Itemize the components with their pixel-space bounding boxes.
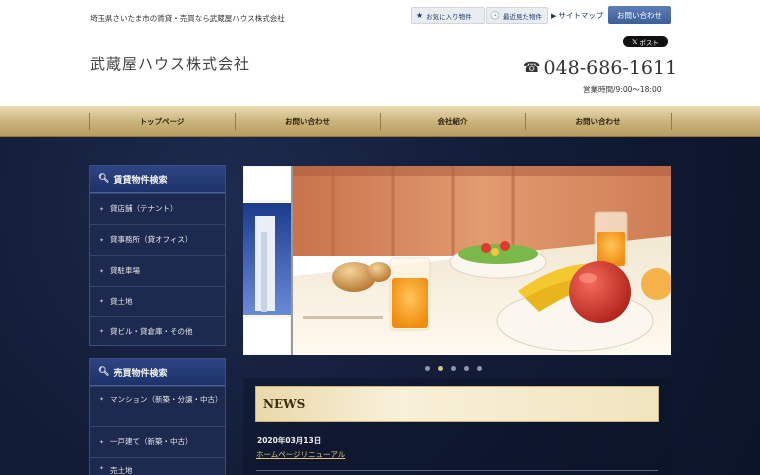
slider-dot[interactable] <box>464 366 469 371</box>
breakfast-photo <box>243 166 671 355</box>
favorites-label: お気に入り物件 <box>426 12 472 21</box>
sitemap-link[interactable]: ▶ サイトマップ <box>551 10 603 21</box>
bullet-icon: ✦ <box>99 465 105 472</box>
phone-text: 048-686-1611 <box>543 57 678 79</box>
sale-search-box: 🔍︎ 売買物件検索 ✦ マンション（新築・分譲・中古） ✦ 一戸建て（新築・中古… <box>89 358 226 475</box>
sidebar-item-label: 売土地 <box>110 466 133 475</box>
bullet-icon: ✦ <box>99 236 105 244</box>
chevron-right-icon: ▶ <box>551 11 557 20</box>
sidebar-item-parking[interactable]: ✦ 貸駐車場 <box>90 255 225 286</box>
recently-viewed-label: 最近見た物件 <box>502 12 542 21</box>
slider-dot[interactable] <box>477 366 482 371</box>
rental-search-header: 🔍︎ 賃貸物件検索 <box>90 166 225 193</box>
header-contact-button[interactable]: お問い合わせ <box>608 6 671 24</box>
sitemap-label: サイトマップ <box>558 11 604 20</box>
sidebar-item-mansion[interactable]: ✦ マンション（新築・分譲・中古） <box>90 386 225 426</box>
rental-search-box: 🔍︎ 賃貸物件検索 ✦ 貸店舗（テナント） ✦ 貸事務所（貸オフィス） ✦ 貸駐… <box>89 165 226 346</box>
slider-dot-active[interactable] <box>438 366 443 371</box>
bullet-icon: ✦ <box>99 396 105 403</box>
news-date: 2020年03月13日 <box>257 436 322 445</box>
bullet-icon: ✦ <box>99 267 105 275</box>
nav-item-contact[interactable]: お問い合わせ <box>235 106 380 137</box>
x-logo-icon: 𝕏 <box>632 37 638 46</box>
sidebar-item-label: 貸事務所（貸オフィス） <box>110 235 193 244</box>
search-icon: 🔍︎ <box>98 367 110 377</box>
site-tagline: 埼玉県さいたま市の賃貸・売買なら武蔵屋ハウス株式会社 <box>90 14 285 23</box>
nav-item-contact-2[interactable]: お問い合わせ <box>525 106 671 137</box>
rental-search-title: 賃貸物件検索 <box>113 175 168 186</box>
sidebar-item-office[interactable]: ✦ 貸事務所（貸オフィス） <box>90 224 225 255</box>
slider-dot[interactable] <box>451 366 456 371</box>
recently-viewed-button[interactable]: 🕓 最近見た物件 <box>486 7 548 24</box>
slider-pagination <box>425 366 482 371</box>
star-icon: ★ <box>416 11 424 20</box>
search-icon: 🔍︎ <box>98 174 110 184</box>
nav-item-company[interactable]: 会社紹介 <box>380 106 525 137</box>
nav-item-top[interactable]: トップページ <box>89 106 235 137</box>
sidebar-item-label: 貸駐車場 <box>110 266 141 275</box>
phone-icon: ☎ <box>523 60 541 76</box>
nav-divider <box>671 113 672 130</box>
bullet-icon: ✦ <box>99 298 105 305</box>
global-nav: トップページ お問い合わせ 会社紹介 お問い合わせ <box>0 106 760 137</box>
sidebar-item-land[interactable]: ✦ 貸土地 <box>90 286 225 316</box>
sidebar-item-house[interactable]: ✦ 一戸建て（新築・中古） <box>90 426 225 457</box>
news-heading: NEWS <box>255 386 659 422</box>
hero-slider[interactable] <box>243 166 671 355</box>
bullet-icon: ✦ <box>99 438 105 446</box>
x-post-button[interactable]: 𝕏 ポスト <box>623 36 668 47</box>
sidebar-item-label: 貸店舗（テナント） <box>110 204 178 213</box>
business-hours: 営業時間/9:00～18:00 <box>583 85 662 94</box>
site-logo[interactable]: 武蔵屋ハウス株式会社 <box>90 53 250 74</box>
phone-number[interactable]: ☎ 048-686-1611 <box>523 57 677 79</box>
news-divider <box>256 470 658 471</box>
sidebar-item-label: 貸ビル・貸倉庫・その他 <box>110 326 193 336</box>
sidebar-item-label: 一戸建て（新築・中古） <box>110 437 193 446</box>
news-heading-text: NEWS <box>263 397 306 411</box>
sidebar-item-tenant[interactable]: ✦ 貸店舗（テナント） <box>90 193 225 224</box>
news-link[interactable]: ホームページリニューアル <box>256 449 345 460</box>
bullet-icon: ✦ <box>99 205 105 213</box>
clock-icon: 🕓 <box>490 11 500 20</box>
site-header: 埼玉県さいたま市の賃貸・売買なら武蔵屋ハウス株式会社 武蔵屋ハウス株式会社 ★ … <box>0 0 760 106</box>
sidebar-item-building[interactable]: ✦ 貸ビル・貸倉庫・その他 <box>90 316 225 346</box>
sidebar-item-label: 貸土地 <box>110 296 133 306</box>
slider-dot[interactable] <box>425 366 430 371</box>
sidebar-item-label: マンション（新築・分譲・中古） <box>110 395 223 404</box>
bullet-icon: ✦ <box>99 328 105 335</box>
favorites-button[interactable]: ★ お気に入り物件 <box>411 7 485 24</box>
sale-search-header: 🔍︎ 売買物件検索 <box>90 359 225 386</box>
sale-search-title: 売買物件検索 <box>113 368 168 379</box>
post-label: ポスト <box>639 38 659 47</box>
sidebar-item-sale-land[interactable]: ✦ 売土地 <box>90 457 225 475</box>
